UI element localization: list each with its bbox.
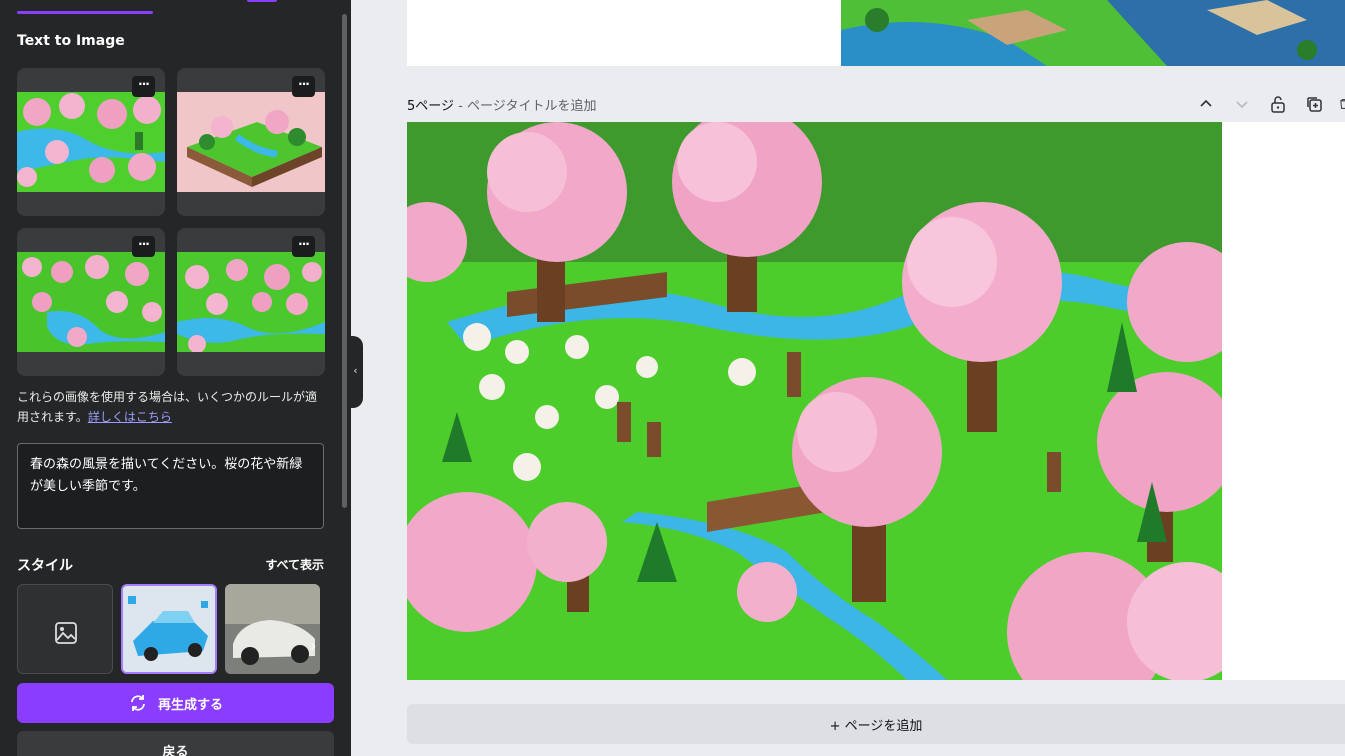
chevron-down-icon	[1236, 101, 1248, 109]
regenerate-label: 再生成する	[157, 697, 223, 713]
more-options-button[interactable]: ···	[292, 76, 315, 97]
page-title-input[interactable]: ページタイトルを追加	[467, 99, 596, 114]
cherry-island-image	[177, 92, 325, 192]
blue-car-style-preview	[123, 586, 215, 672]
cherry-river-image	[177, 252, 325, 352]
generated-image-4[interactable]: ···	[177, 228, 325, 376]
cherry-meadow-image	[17, 252, 165, 352]
lock-page-button[interactable]	[1267, 95, 1289, 113]
vintage-car-style-preview	[225, 584, 320, 674]
duplicate-icon	[1307, 97, 1322, 112]
previous-page-image	[407, 0, 1345, 66]
panel-scrollbar[interactable]	[342, 14, 347, 508]
collapse-panel-button[interactable]: ‹	[348, 336, 363, 408]
generated-image-3[interactable]: ···	[17, 228, 165, 376]
page-title-bar[interactable]: 5ページ - ページタイトルを追加	[407, 95, 596, 114]
page-number: 5ページ	[407, 99, 455, 114]
generated-image-1[interactable]: ···	[17, 68, 165, 216]
more-options-button[interactable]: ···	[132, 76, 155, 97]
show-all-styles-link[interactable]: すべて表示	[265, 556, 324, 573]
trash-icon	[1340, 99, 1345, 109]
unlock-icon	[1271, 96, 1285, 113]
previous-page-canvas[interactable]	[407, 0, 1345, 66]
cherry-blossom-forest-image[interactable]	[407, 122, 1222, 680]
chevron-right-icon[interactable]: ›	[310, 636, 316, 655]
page-5-canvas[interactable]	[407, 122, 1345, 680]
move-page-down-button[interactable]	[1231, 95, 1253, 113]
learn-more-link[interactable]: 詳しくはこちら	[88, 410, 172, 424]
usage-rules-notice: これらの画像を使用する場合は、いくつかのルールが適用されます。詳しくはこちら	[17, 387, 327, 427]
back-button[interactable]: 戻る	[17, 731, 334, 756]
style-section-title: スタイル	[17, 558, 73, 574]
delete-page-button[interactable]	[1339, 95, 1345, 113]
section-title: Text to Image	[17, 33, 125, 49]
prompt-input[interactable]: 春の森の風景を描いてください。桜の花や新緑が美しい季節です。	[17, 443, 324, 529]
more-options-button[interactable]: ···	[132, 236, 155, 257]
cherry-forest-image	[17, 92, 165, 192]
page-toolbar	[1195, 95, 1345, 113]
style-photo-option[interactable]	[225, 584, 320, 674]
add-page-button[interactable]: + ページを追加	[407, 704, 1345, 744]
page-title-separator: -	[454, 99, 467, 114]
regenerate-button[interactable]: 再生成する	[17, 683, 334, 723]
active-tab-indicator	[17, 11, 153, 14]
chevron-left-icon: ‹	[353, 364, 358, 377]
image-icon	[55, 622, 77, 644]
tab-badge	[247, 0, 277, 2]
move-page-up-button[interactable]	[1195, 95, 1217, 113]
duplicate-page-button[interactable]	[1303, 95, 1325, 113]
style-none-option[interactable]	[17, 584, 113, 674]
refresh-icon	[131, 695, 145, 711]
style-3d-option[interactable]	[121, 584, 217, 674]
text-to-image-panel: Text to Image ··· ··· ··· ··· これらの画像を使用す…	[0, 0, 351, 756]
generated-image-2[interactable]: ···	[177, 68, 325, 216]
chevron-up-icon	[1200, 99, 1212, 107]
more-options-button[interactable]: ···	[292, 236, 315, 257]
